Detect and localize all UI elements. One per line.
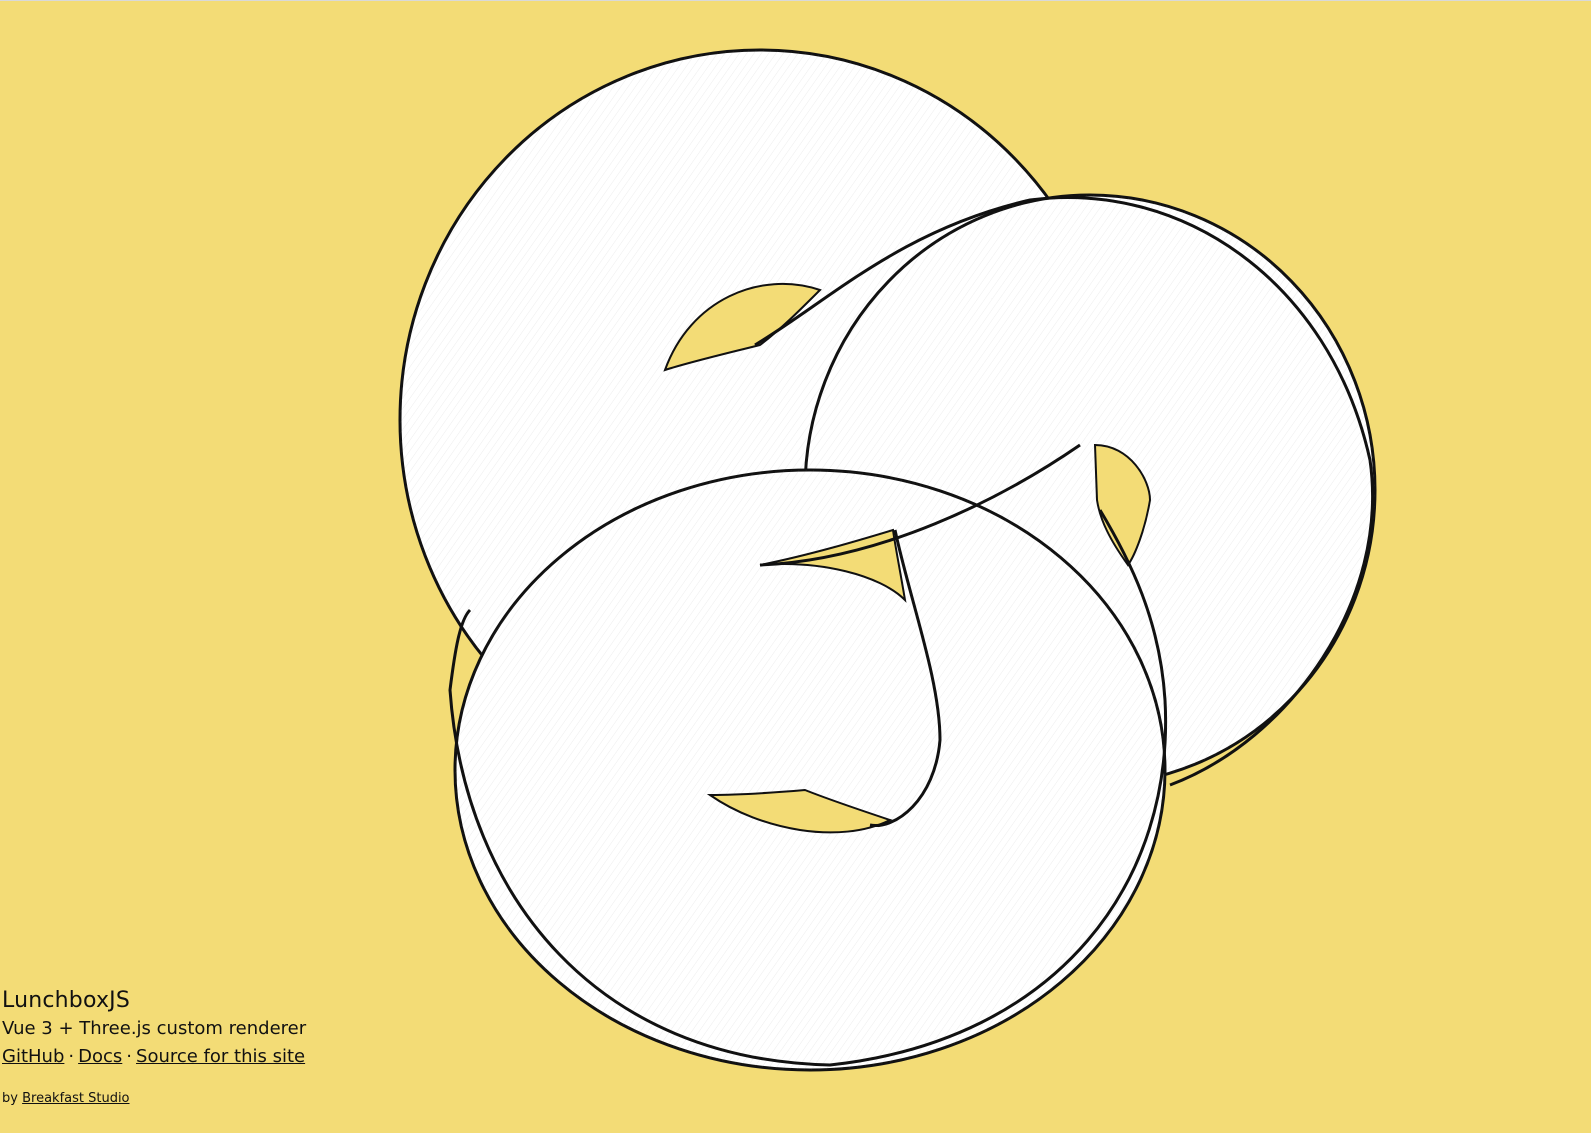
breakfast-studio-link[interactable]: Breakfast Studio — [22, 1091, 129, 1106]
site-title: LunchboxJS — [2, 988, 131, 1013]
byline: by Breakfast Studio — [2, 1091, 130, 1106]
site-info: LunchboxJS Vue 3 + Three.js custom rende… — [2, 988, 306, 1068]
site-links: GitHub · Docs · Source for this site — [2, 1046, 306, 1068]
docs-link[interactable]: Docs — [78, 1046, 122, 1067]
byline-prefix: by — [2, 1091, 18, 1106]
source-link[interactable]: Source for this site — [136, 1046, 305, 1067]
link-separator: · — [126, 1045, 133, 1067]
github-link[interactable]: GitHub — [2, 1046, 64, 1067]
trefoil-knot-canvas[interactable] — [0, 0, 1591, 1133]
site-subtitle: Vue 3 + Three.js custom renderer — [2, 1018, 307, 1040]
link-separator: · — [68, 1045, 75, 1067]
